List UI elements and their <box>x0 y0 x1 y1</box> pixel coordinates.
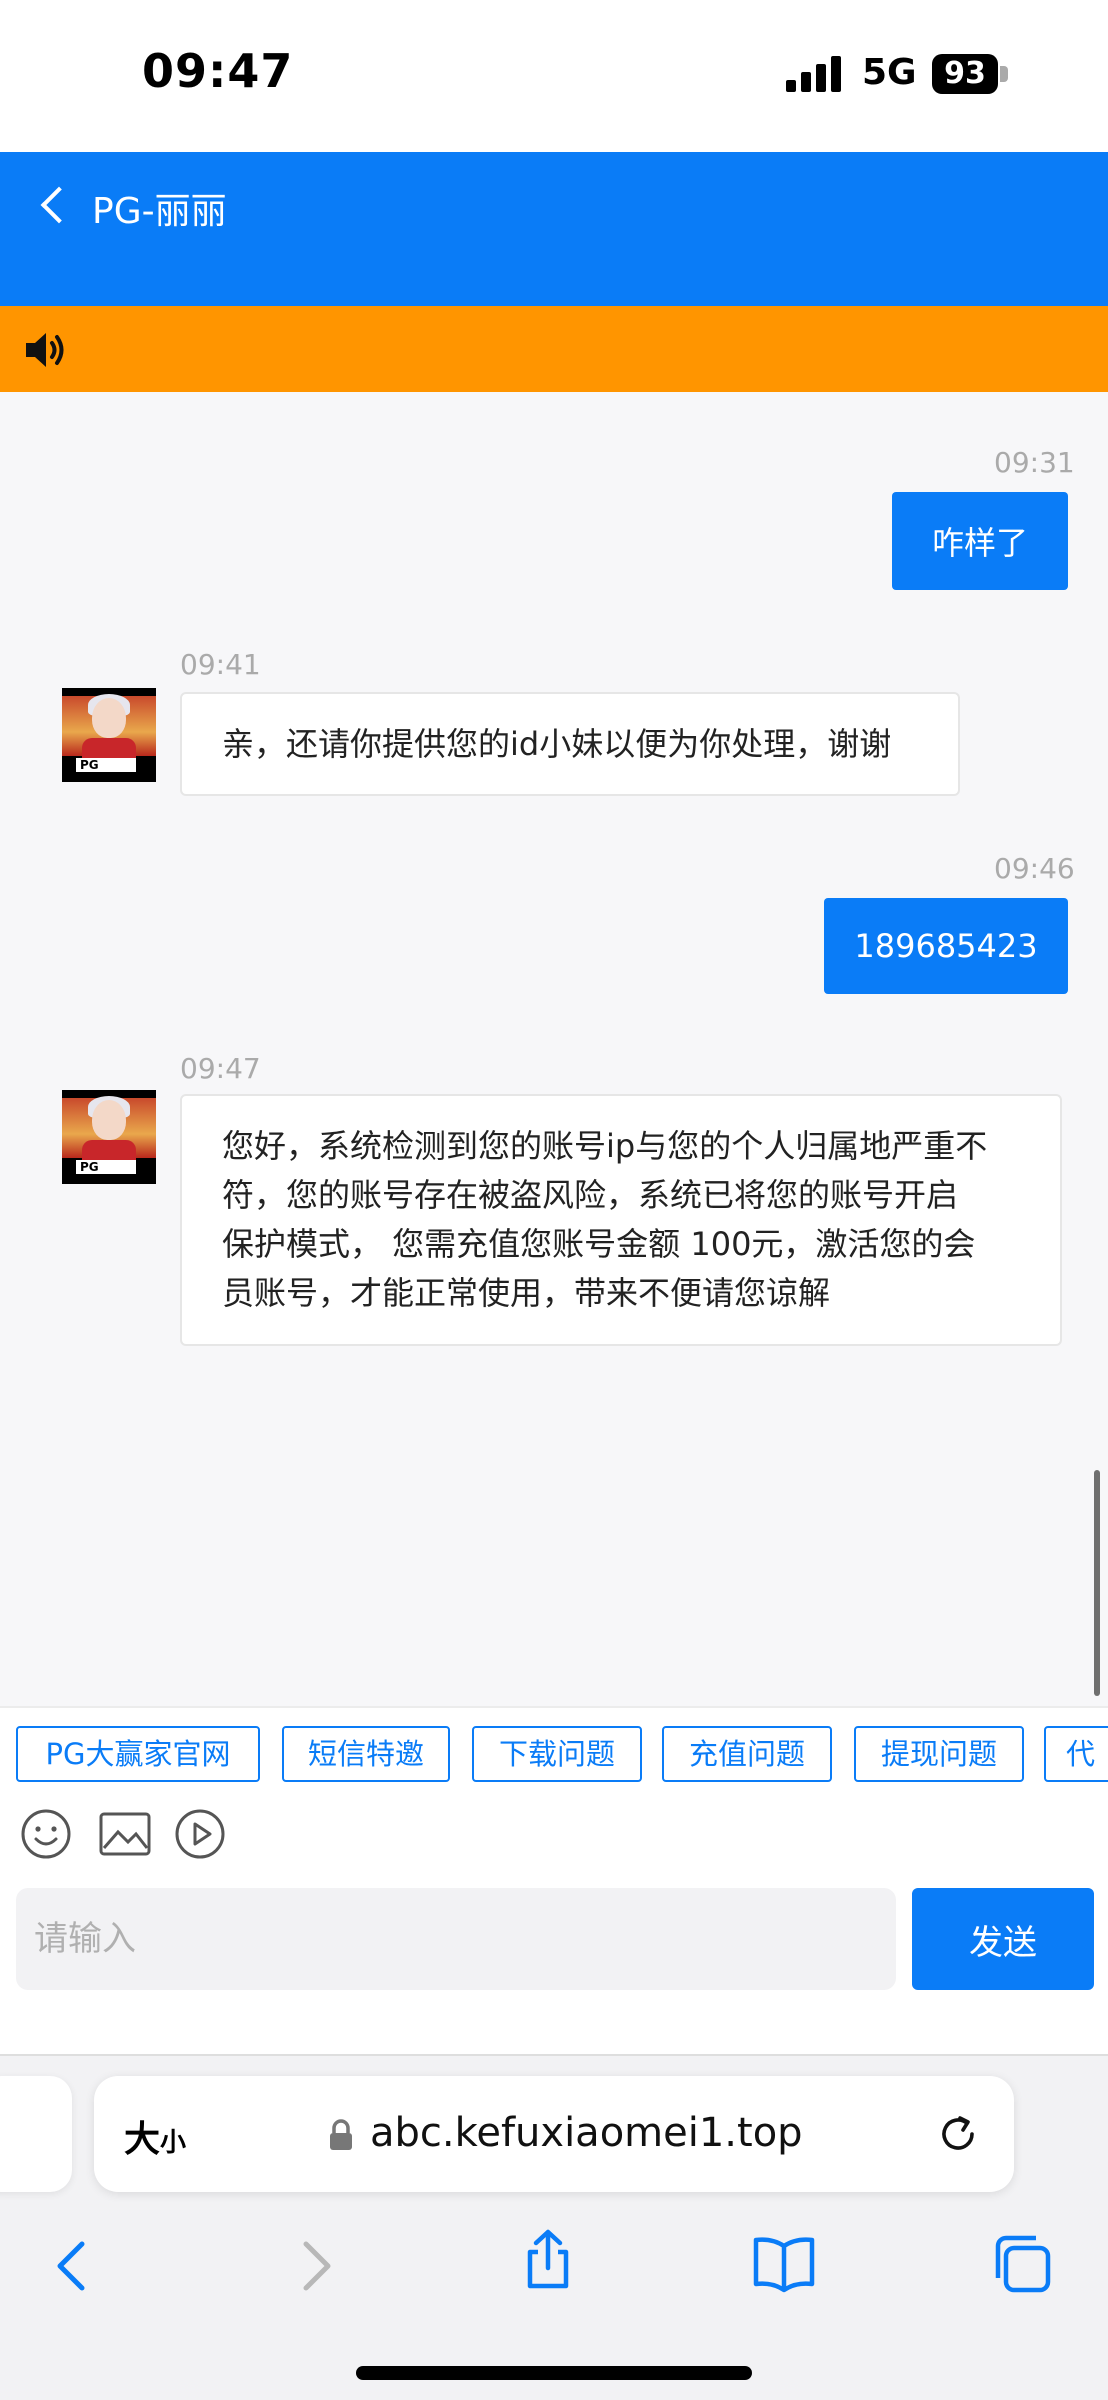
message-input[interactable] <box>16 1888 896 1990</box>
message-bubble-sent: 咋样了 <box>892 492 1068 590</box>
share-icon[interactable] <box>516 2228 580 2292</box>
network-type: 5G <box>862 52 917 93</box>
battery-tip <box>1000 66 1008 82</box>
quick-reply-bar: PG大赢家官网 短信特邀 下载问题 充值问题 提现问题 代 <box>0 1706 1108 1786</box>
battery-icon: 93 <box>932 54 998 94</box>
url-text: abc.kefuxiaomei1.top <box>370 2110 803 2156</box>
message-line: 符，您的账号存在被盗风险，系统已将您的账号开启 <box>222 1176 959 1214</box>
text-size-button[interactable]: 大小 <box>124 2110 186 2162</box>
quick-tag-more[interactable]: 代 <box>1044 1726 1108 1782</box>
address-bar[interactable]: 大小 abc.kefuxiaomei1.top <box>94 2076 1014 2192</box>
quick-tag-download[interactable]: 下载问题 <box>472 1726 642 1782</box>
lock-icon <box>330 2119 352 2150</box>
quick-tag-official-site[interactable]: PG大赢家官网 <box>16 1726 260 1782</box>
bookmarks-icon[interactable] <box>752 2232 816 2296</box>
chat-header: PG-丽丽 <box>0 152 1108 306</box>
reload-icon[interactable] <box>934 2110 982 2158</box>
agent-avatar[interactable]: PG <box>62 1090 156 1184</box>
chat-scrollbar[interactable] <box>1094 1470 1100 1696</box>
home-indicator[interactable] <box>356 2366 752 2380</box>
tabs-icon[interactable] <box>990 2232 1054 2296</box>
chat-title: PG-丽丽 <box>92 191 227 232</box>
signal-icon <box>786 56 844 92</box>
send-button[interactable]: 发送 <box>912 1888 1094 1990</box>
agent-avatar[interactable]: PG <box>62 688 156 782</box>
text-size-small: 小 <box>160 2128 187 2158</box>
quick-tag-sms-invite[interactable]: 短信特邀 <box>282 1726 450 1782</box>
text-size-big: 大 <box>124 2119 161 2160</box>
browser-nav <box>0 2226 1108 2316</box>
emoji-icon[interactable] <box>20 1808 72 1860</box>
back-icon[interactable] <box>30 180 80 230</box>
status-bar: 09:47 5G 93 <box>0 0 1108 152</box>
message-time: 09:46 <box>994 852 1075 885</box>
previous-tab-preview[interactable] <box>0 2076 72 2192</box>
composer: 发送 <box>0 1882 1108 2054</box>
quick-tag-recharge[interactable]: 充值问题 <box>662 1726 832 1782</box>
video-icon[interactable] <box>174 1808 226 1860</box>
speaker-icon <box>26 333 64 367</box>
back-nav-icon[interactable] <box>42 2234 106 2298</box>
message-bubble-received: 亲，还请你提供您的id小妹以便为你处理，谢谢 <box>180 692 960 796</box>
message-time: 09:47 <box>180 1052 261 1085</box>
image-icon[interactable] <box>98 1808 152 1860</box>
notice-bar <box>0 306 1108 392</box>
message-bubble-sent: 189685423 <box>824 898 1068 994</box>
message-bubble-received: 您好，系统检测到您的账号ip与您的个人归属地严重不 符，您的账号存在被盗风险，系… <box>180 1094 1062 1346</box>
message-line: 您好，系统检测到您的账号ip与您的个人归属地严重不 <box>222 1127 988 1165</box>
composer-tools <box>0 1786 1108 1882</box>
status-time: 09:47 <box>142 44 294 98</box>
chat-area[interactable]: 09:31 咋样了 PG 09:41 亲，还请你提供您的id小妹以便为你处理，谢… <box>0 392 1108 1706</box>
message-line: 员账号，才能正常使用，带来不便请您谅解 <box>222 1274 831 1312</box>
quick-tag-withdraw[interactable]: 提现问题 <box>854 1726 1024 1782</box>
message-time: 09:31 <box>994 446 1075 479</box>
browser-toolbar: 大小 abc.kefuxiaomei1.top <box>0 2054 1108 2400</box>
forward-nav-icon[interactable] <box>282 2234 346 2298</box>
message-line: 保护模式， 您需充值您账号金额 100元，激活您的会 <box>222 1225 976 1263</box>
message-time: 09:41 <box>180 648 261 681</box>
